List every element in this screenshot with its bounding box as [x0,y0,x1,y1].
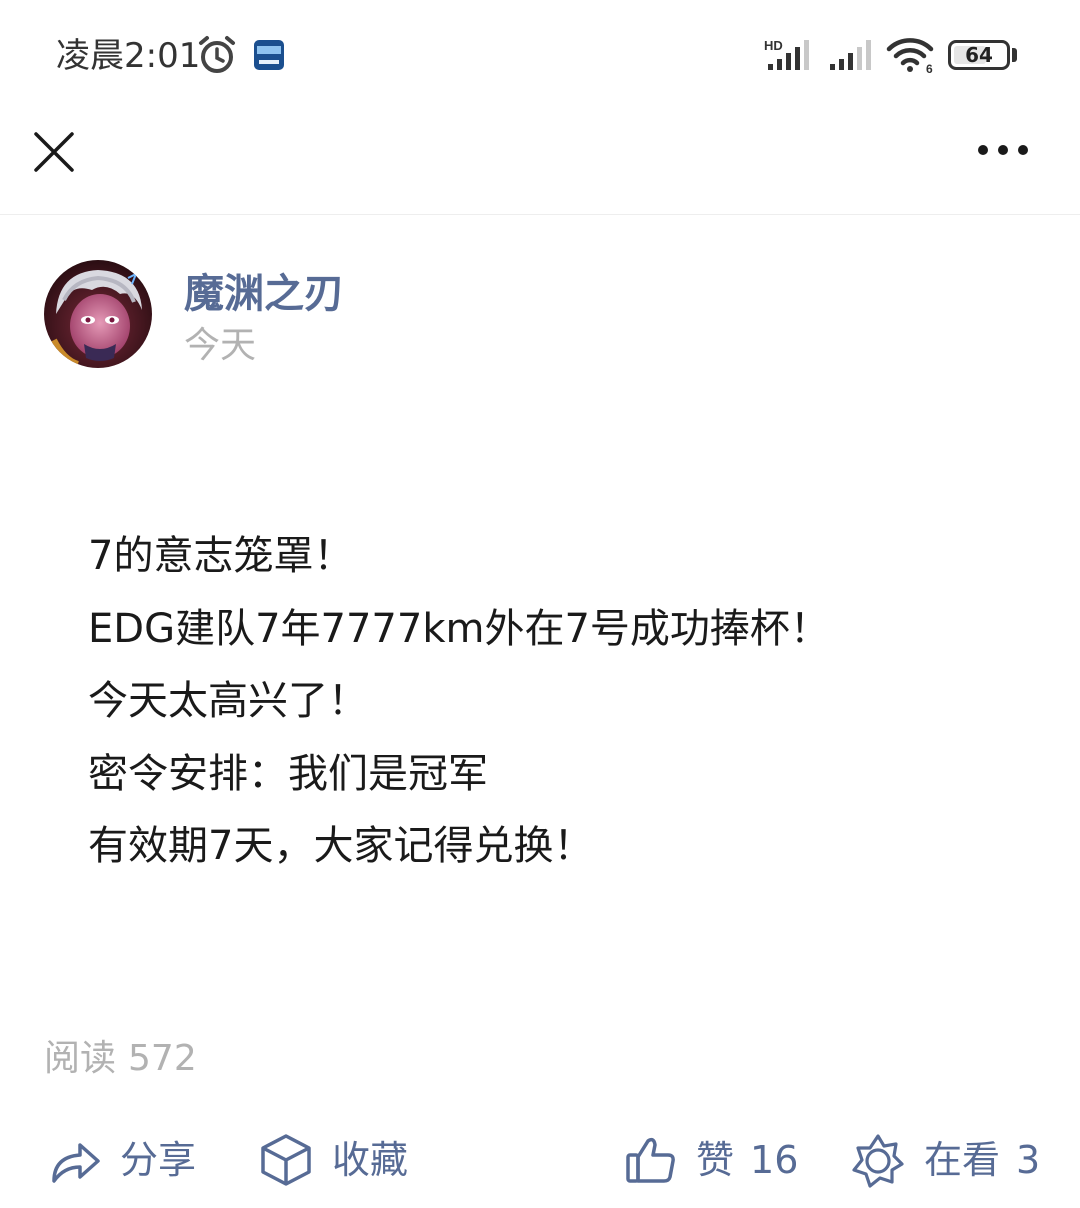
collect-box-icon [261,1134,311,1186]
signal-icon [830,40,871,70]
wow-button[interactable]: 在看 3 [850,1128,1040,1192]
post-line: 7的意志笼罩！ [88,533,354,579]
like-count: 16 [750,1138,799,1182]
more-icon[interactable] [972,130,1034,170]
status-bar: 凌晨2:01 HD 6 64 [0,0,1080,110]
read-count: 阅读 572 [44,1036,197,1082]
battery-tip [1012,48,1017,62]
app-notification-icon [254,40,284,70]
post-line: EDG建队7年7777km外在7号成功捧杯！ [88,605,830,652]
thumbs-up-icon [626,1137,675,1183]
post-line: 密令安排：我们是冠军 [88,750,488,797]
share-label: 分享 [120,1138,197,1182]
like-button[interactable]: 赞 16 [624,1128,798,1192]
signal-hd-icon: HD [764,38,809,70]
post-line: 有效期7天，大家记得兑换！ [88,823,594,869]
top-bar [0,110,1080,215]
close-icon[interactable] [28,126,80,178]
collect-button[interactable]: 收藏 [258,1128,408,1192]
avatar[interactable] [44,260,152,368]
author-name[interactable]: 魔渊之刃 [184,268,344,320]
action-bar: 分享 收藏 赞 16 在看 3 [0,1120,1080,1208]
battery-text: 64 [965,43,993,67]
status-indicators: HD 6 64 [740,0,1080,110]
wifi-label: 6 [926,62,933,74]
read-count-value: 572 [128,1038,197,1079]
wifi-icon: 6 [886,38,934,74]
status-time: 凌晨2:01 [56,36,201,76]
collect-label: 收藏 [332,1138,409,1182]
share-button[interactable]: 分享 [48,1128,196,1192]
wow-count: 3 [1016,1138,1041,1182]
post-content: 7的意志笼罩！ EDG建队7年7777km外在7号成功捧杯！ 今天太高兴了！ 密… [88,532,1048,895]
post-line: 今天太高兴了！ [88,678,368,724]
post-date: 今天 [184,325,257,366]
battery-icon: 64 [948,40,1010,70]
like-label: 赞 [696,1138,735,1182]
wow-star-icon [852,1134,904,1188]
wow-label: 在看 [924,1138,1001,1182]
read-label: 阅读 [44,1038,117,1079]
share-icon [52,1143,100,1183]
author-block: 魔渊之刃 今天 [44,260,744,370]
network-label: HD [764,38,783,53]
alarm-icon [199,36,235,73]
